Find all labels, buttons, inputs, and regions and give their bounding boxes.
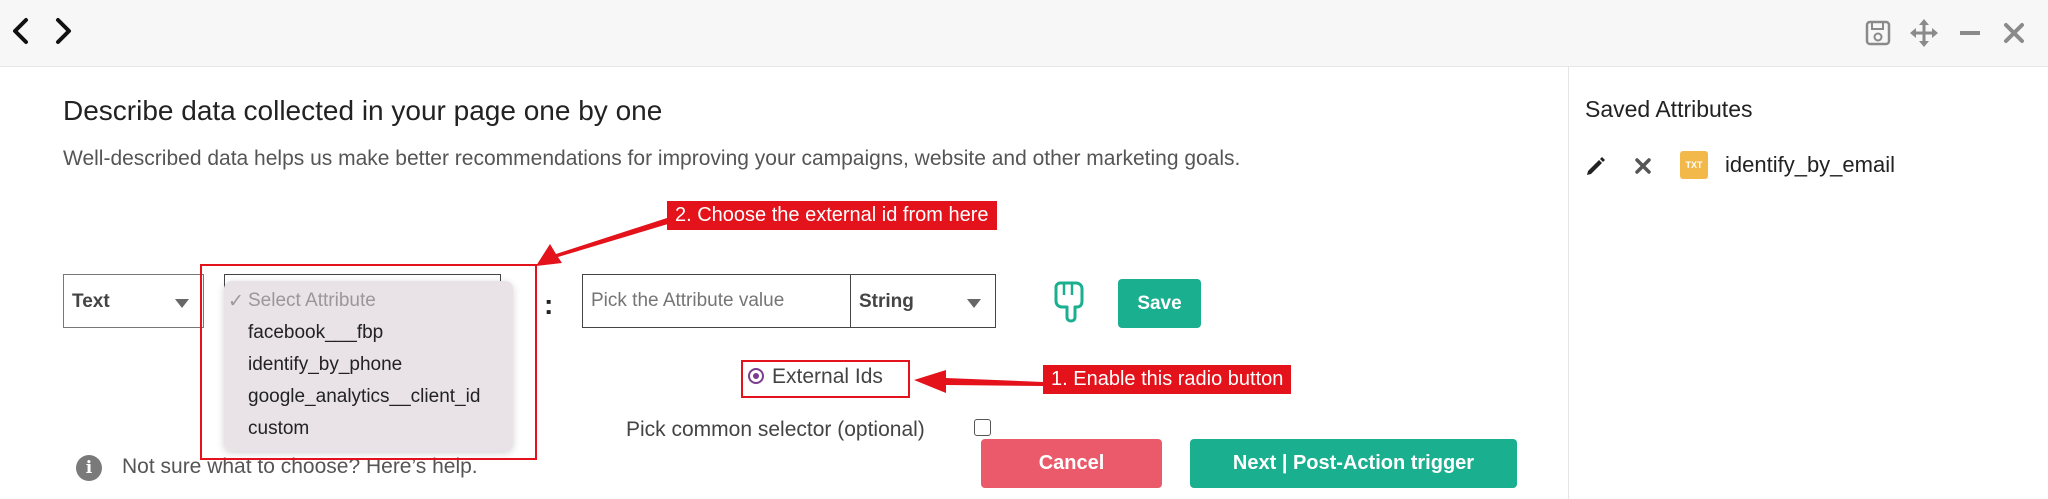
arrow-step2 — [536, 218, 668, 266]
pencil-icon[interactable] — [1585, 154, 1607, 176]
text-type-badge-icon: TXT — [1680, 151, 1708, 179]
arrow-step1 — [914, 370, 1043, 393]
delete-icon[interactable] — [1633, 156, 1653, 176]
saved-attribute-name: identify_by_email — [1725, 152, 1895, 177]
saved-attribute-row: TXT identify_by_email — [1585, 146, 2025, 186]
saved-attributes-panel: Saved Attributes TXT identify_by_email — [1568, 67, 2048, 499]
saved-attributes-title: Saved Attributes — [1585, 96, 1753, 122]
